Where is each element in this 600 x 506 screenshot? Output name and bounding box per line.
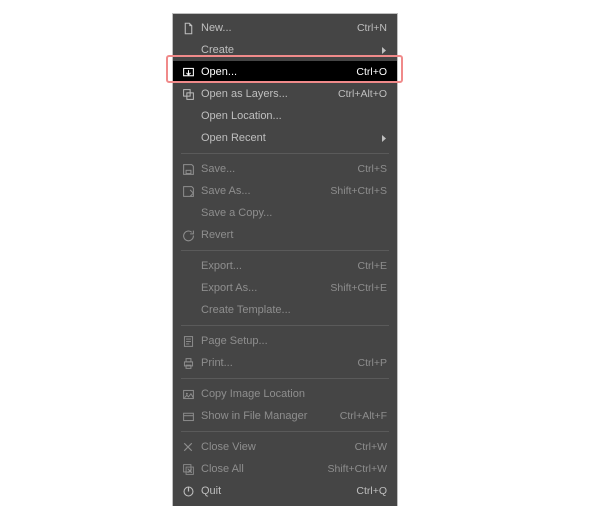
menu-item-label: Revert (197, 229, 387, 241)
menu-item-shortcut: Shift+Ctrl+E (322, 282, 387, 294)
menu-item-label: New... (197, 22, 349, 34)
menu-item-label: Export As... (197, 282, 322, 294)
menu-separator (181, 378, 389, 379)
menu-item-quit[interactable]: QuitCtrl+Q (173, 480, 397, 502)
menu-item-shortcut: Ctrl+Q (348, 485, 387, 497)
import-icon (179, 66, 197, 79)
menu-item-label: Close All (197, 463, 319, 475)
menu-item-shortcut: Ctrl+O (348, 66, 387, 78)
menu-item-shortcut: Shift+Ctrl+W (319, 463, 387, 475)
image-icon (179, 388, 197, 401)
save-as-icon (179, 185, 197, 198)
menu-item-open-layers[interactable]: Open as Layers...Ctrl+Alt+O (173, 83, 397, 105)
close-all-icon (179, 463, 197, 476)
menu-item-copy-image-loc: Copy Image Location (173, 383, 397, 405)
menu-item-open[interactable]: Open...Ctrl+O (173, 61, 397, 83)
menu-separator (181, 325, 389, 326)
page-setup-icon (179, 335, 197, 348)
quit-icon (179, 485, 197, 498)
menu-item-label: Copy Image Location (197, 388, 387, 400)
menu-item-label: Open as Layers... (197, 88, 330, 100)
menu-item-label: Page Setup... (197, 335, 387, 347)
menu-item-label: Create Template... (197, 304, 387, 316)
doc-new-icon (179, 22, 197, 35)
menu-separator (181, 153, 389, 154)
menu-item-label: Print... (197, 357, 350, 369)
menu-item-label: Show in File Manager (197, 410, 332, 422)
menu-item-label: Close View (197, 441, 347, 453)
menu-item-create-template: Create Template... (173, 299, 397, 321)
menu-item-open-location[interactable]: Open Location... (173, 105, 397, 127)
menu-item-export: Export...Ctrl+E (173, 255, 397, 277)
menu-item-shortcut: Ctrl+S (350, 163, 387, 175)
menu-item-label: Quit (197, 485, 348, 497)
close-icon (179, 441, 197, 453)
menu-item-label: Open Recent (197, 132, 377, 144)
menu-separator (181, 431, 389, 432)
menu-item-label: Export... (197, 260, 350, 272)
menu-item-close-all: Close AllShift+Ctrl+W (173, 458, 397, 480)
menu-item-label: Save As... (197, 185, 322, 197)
menu-item-shortcut: Ctrl+E (350, 260, 387, 272)
revert-icon (179, 229, 197, 242)
chevron-right-icon (377, 134, 387, 143)
menu-item-close-view: Close ViewCtrl+W (173, 436, 397, 458)
menu-item-shortcut: Shift+Ctrl+S (322, 185, 387, 197)
menu-item-shortcut: Ctrl+Alt+F (332, 410, 387, 422)
menu-item-print: Print...Ctrl+P (173, 352, 397, 374)
menu-item-shortcut: Ctrl+N (349, 22, 387, 34)
print-icon (179, 357, 197, 370)
menu-item-new[interactable]: New...Ctrl+N (173, 17, 397, 39)
menu-item-save: Save...Ctrl+S (173, 158, 397, 180)
file-mgr-icon (179, 410, 197, 423)
menu-item-shortcut: Ctrl+Alt+O (330, 88, 387, 100)
menu-item-label: Save... (197, 163, 350, 175)
menu-item-label: Save a Copy... (197, 207, 387, 219)
menu-item-save-copy: Save a Copy... (173, 202, 397, 224)
file-menu: New...Ctrl+NCreateOpen...Ctrl+OOpen as L… (173, 14, 397, 506)
menu-item-save-as: Save As...Shift+Ctrl+S (173, 180, 397, 202)
menu-item-page-setup: Page Setup... (173, 330, 397, 352)
chevron-right-icon (377, 46, 387, 55)
menu-item-shortcut: Ctrl+W (347, 441, 387, 453)
layers-icon (179, 88, 197, 101)
menu-item-label: Open... (197, 66, 348, 78)
menu-item-show-in-fm: Show in File ManagerCtrl+Alt+F (173, 405, 397, 427)
menu-separator (181, 250, 389, 251)
menu-item-label: Create (197, 44, 377, 56)
menu-item-shortcut: Ctrl+P (350, 357, 387, 369)
menu-item-revert: Revert (173, 224, 397, 246)
menu-item-label: Open Location... (197, 110, 387, 122)
menu-item-export-as: Export As...Shift+Ctrl+E (173, 277, 397, 299)
menu-item-create[interactable]: Create (173, 39, 397, 61)
save-icon (179, 163, 197, 176)
menu-item-open-recent[interactable]: Open Recent (173, 127, 397, 149)
